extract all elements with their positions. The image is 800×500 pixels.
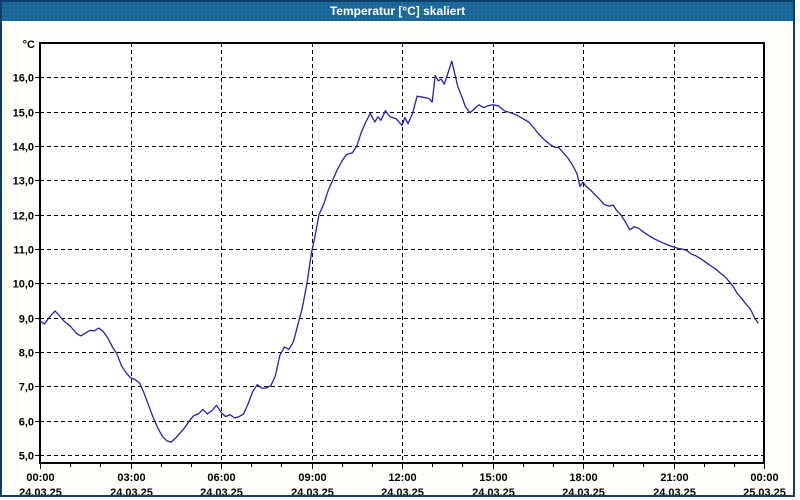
y-tick-label: 15,0 bbox=[13, 108, 34, 120]
x-tick-date-label: 24.03.25 bbox=[110, 487, 153, 495]
x-tick-date-label: 24.03.25 bbox=[562, 487, 605, 495]
y-tick-label: 9,0 bbox=[19, 314, 34, 326]
x-tick-date-label: 24.03.25 bbox=[291, 487, 334, 495]
y-tick-label: 5,0 bbox=[19, 451, 34, 463]
app-window: Temperatur [°C] skaliert 16,0 15,0 14,0 13,… bbox=[0, 0, 795, 499]
x-tick-time-label: 06:00 bbox=[207, 472, 235, 484]
x-tick-date-label: 24.03.25 bbox=[381, 487, 424, 495]
y-tick-label: 10,0 bbox=[13, 279, 34, 291]
x-tick-time-label: 15:00 bbox=[479, 472, 507, 484]
temperature-chart[interactable]: 16,0 15,0 14,0 13,0 12,0 11,0 10,0 9,0 8,0 7,0 6,0… bbox=[2, 21, 793, 499]
x-tick-time-label: 09:00 bbox=[298, 472, 326, 484]
y-tick-label: 16,0 bbox=[13, 73, 34, 85]
y-tick-label: 6,0 bbox=[19, 417, 34, 429]
y-tick-label: 11,0 bbox=[13, 245, 34, 257]
x-tick-time-label: 00:00 bbox=[750, 472, 778, 484]
x-tick-date-label: 24.03.25 bbox=[19, 487, 62, 495]
x-tick-time-label: 21:00 bbox=[660, 472, 688, 484]
x-tick-date-label: 25.03.25 bbox=[743, 487, 786, 495]
x-tick-date-label: 24.03.25 bbox=[472, 487, 515, 495]
y-tick-label: 12,0 bbox=[13, 211, 34, 223]
x-tick-time-label: 03:00 bbox=[117, 472, 145, 484]
x-tick-date-label: 24.03.25 bbox=[653, 487, 696, 495]
x-tick-date-label: 24.03.25 bbox=[200, 487, 243, 495]
y-axis-unit-label: °C bbox=[23, 39, 35, 51]
x-tick-time-label: 18:00 bbox=[569, 472, 597, 484]
y-tick-label: 13,0 bbox=[13, 176, 34, 188]
x-tick-time-label: 00:00 bbox=[26, 472, 54, 484]
x-tick-time-label: 12:00 bbox=[388, 472, 416, 484]
chart-area: 16,0 15,0 14,0 13,0 12,0 11,0 10,0 9,0 8,0 7,0 6,0… bbox=[2, 21, 793, 499]
window-title: Temperatur [°C] skaliert bbox=[329, 4, 466, 18]
y-tick-label: 7,0 bbox=[19, 382, 34, 394]
title-bar[interactable]: Temperatur [°C] skaliert bbox=[2, 2, 793, 21]
y-tick-label: 14,0 bbox=[13, 142, 34, 154]
y-tick-label: 8,0 bbox=[19, 348, 34, 360]
